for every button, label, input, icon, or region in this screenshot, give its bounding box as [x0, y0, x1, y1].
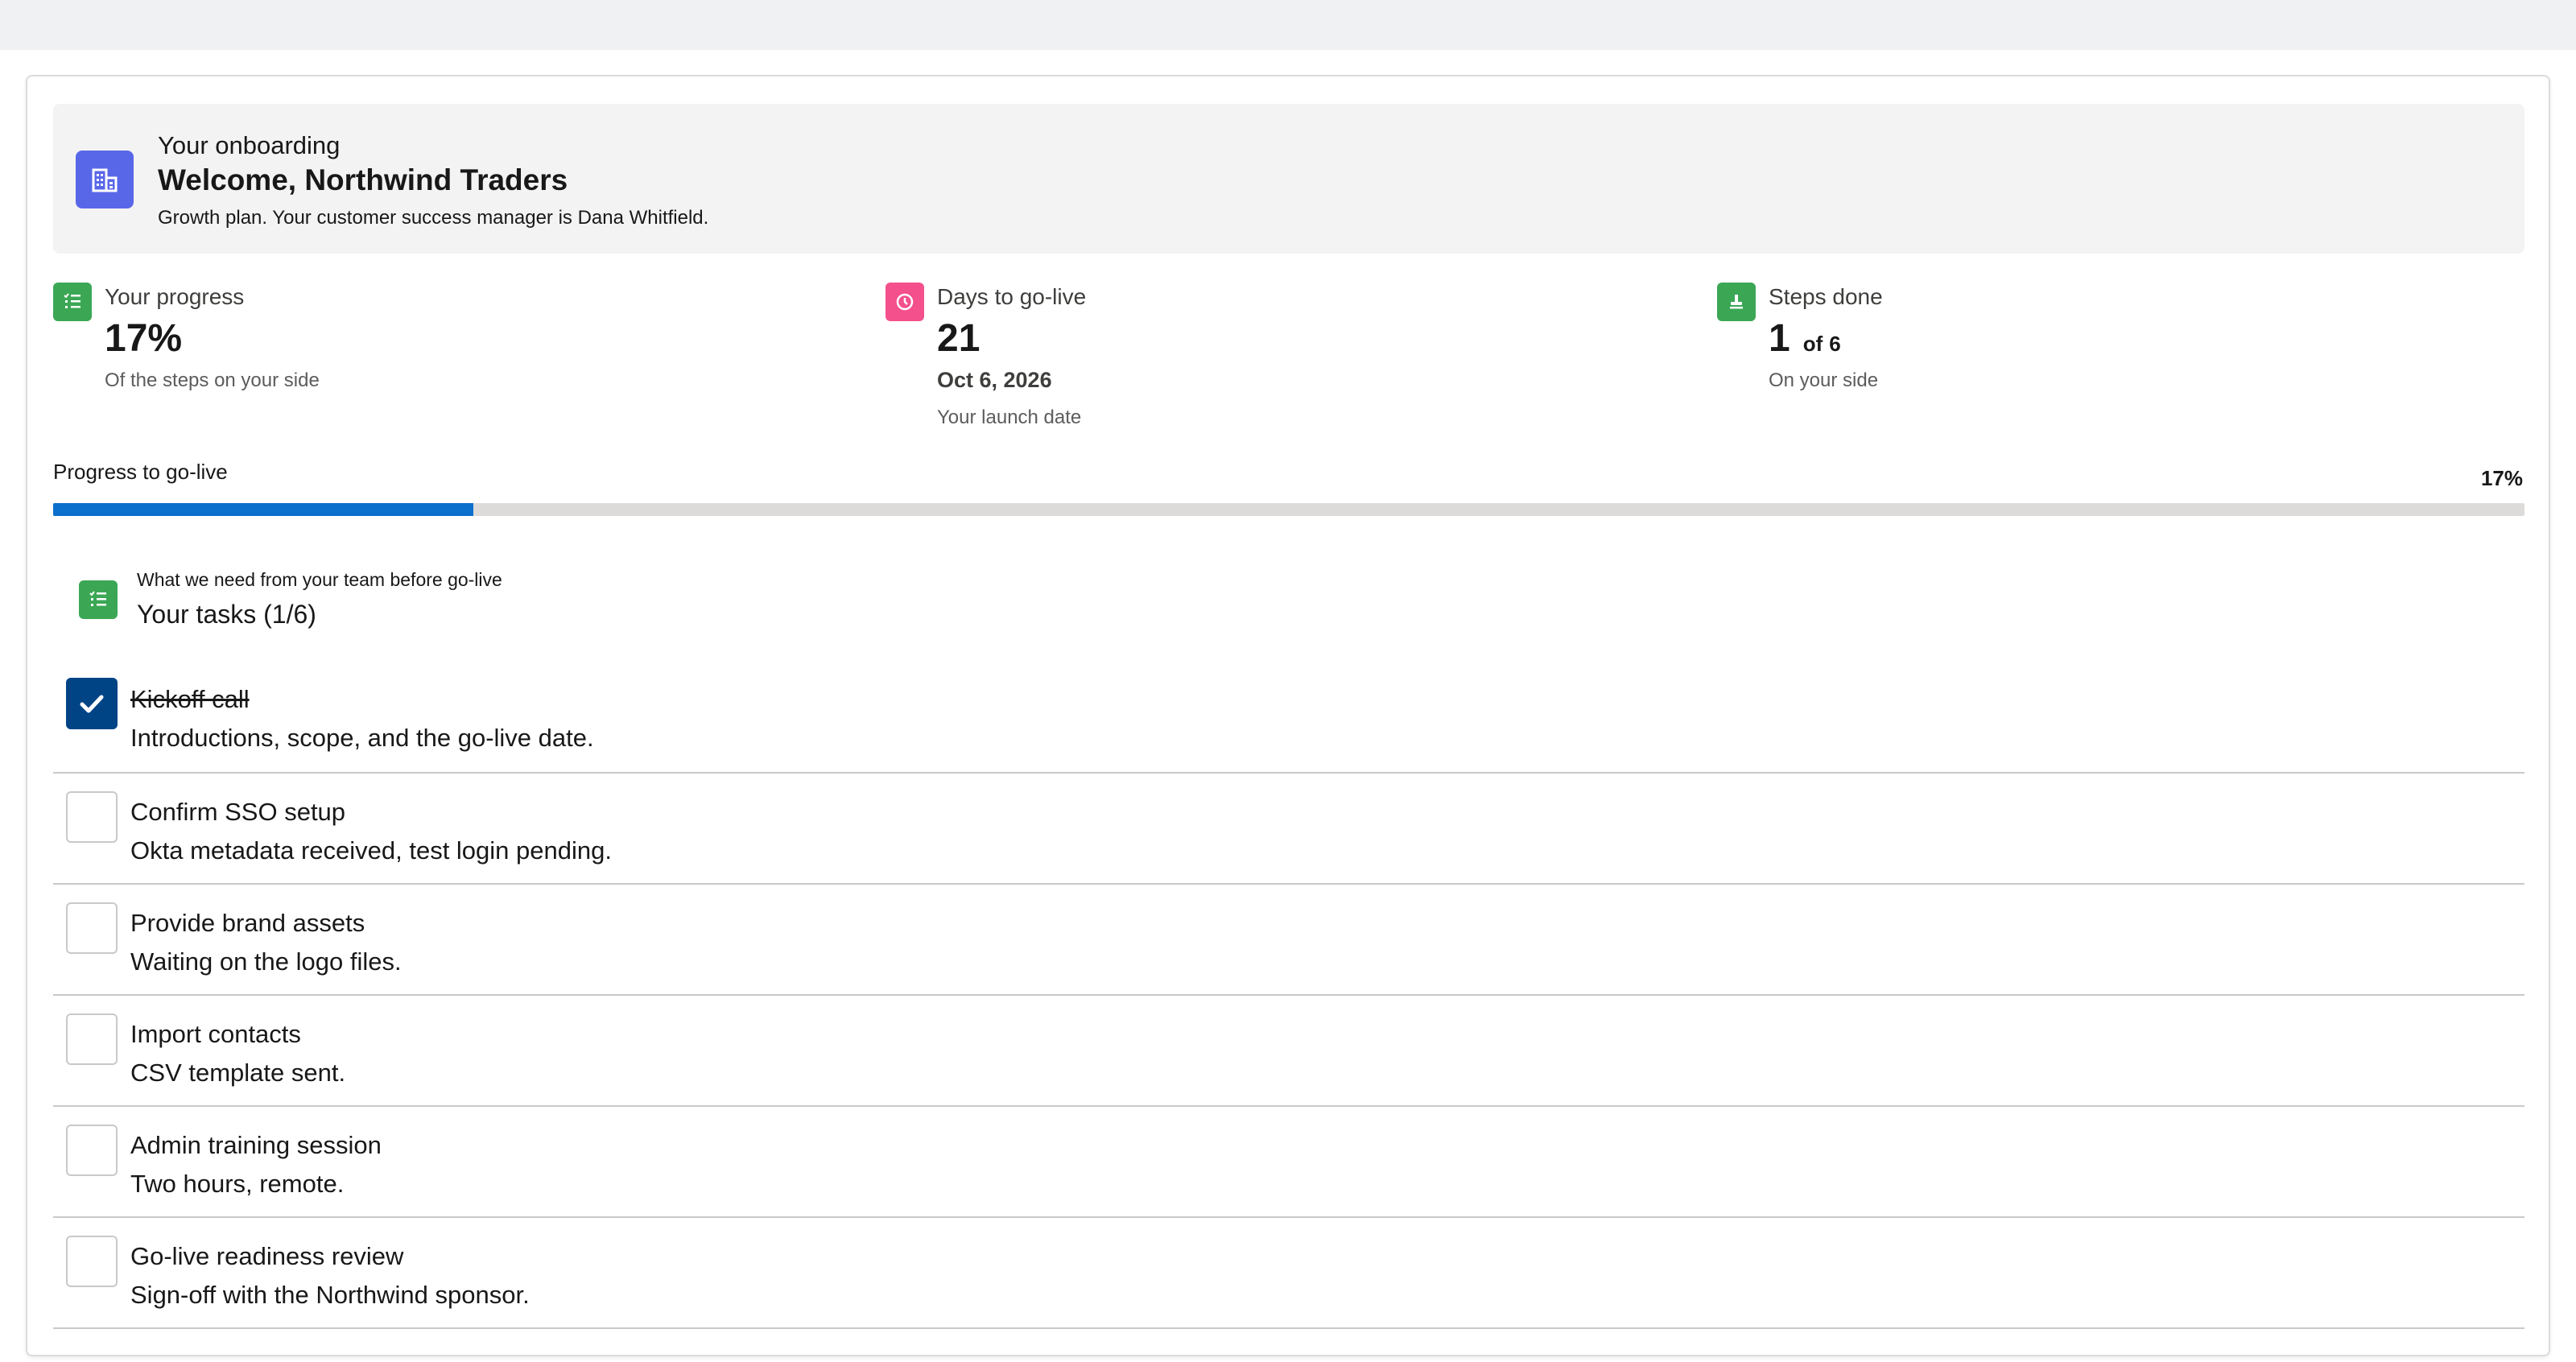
- banner-title: Welcome, Northwind Traders: [158, 163, 568, 196]
- task-title: Go-live readiness review: [130, 1242, 404, 1270]
- stat-days-date: Oct 6, 2026: [937, 368, 1052, 392]
- task-list-icon: [79, 580, 118, 619]
- progress-bar-track: [53, 503, 2524, 516]
- task-description: Waiting on the logo files.: [130, 947, 402, 976]
- stat-progress-value: 17%: [105, 317, 183, 360]
- progress-bar-percent: 17%: [2480, 466, 2523, 490]
- clock-icon: [886, 283, 924, 321]
- checkmark-icon: [80, 695, 104, 713]
- tasks-eyebrow: What we need from your team before go-li…: [137, 569, 502, 590]
- task-title: Admin training session: [130, 1131, 382, 1159]
- task-title: Provide brand assets: [130, 909, 365, 937]
- task-description: CSV template sent.: [130, 1059, 346, 1087]
- steps-done-count: 1: [1769, 317, 1790, 360]
- task-list-icon: [53, 283, 92, 321]
- task-title: Kickoff call: [130, 685, 250, 713]
- task-list: Kickoff call Introductions, scope, and th…: [53, 654, 2524, 1329]
- task-description: Sign-off with the Northwind sponsor.: [130, 1281, 530, 1309]
- stat-days-label: Days to go-live: [937, 284, 1087, 309]
- task-checkbox[interactable]: [66, 791, 118, 843]
- task-checkbox[interactable]: [66, 902, 118, 954]
- task-checkbox[interactable]: [66, 1125, 118, 1176]
- stat-steps-label: Steps done: [1769, 284, 1883, 309]
- task-row: Go-live readiness review Sign-off with th…: [53, 1218, 2524, 1329]
- task-checkbox[interactable]: [66, 1013, 118, 1065]
- onboarding-card: Your onboarding Welcome, Northwind Trade…: [26, 75, 2550, 1356]
- stat-days-value: 21: [937, 317, 980, 360]
- stat-progress-detail: Of the steps on your side: [105, 369, 320, 391]
- task-description: Two hours, remote.: [130, 1170, 345, 1198]
- welcome-banner: Your onboarding Welcome, Northwind Trade…: [53, 104, 2524, 254]
- task-description: Okta metadata received, test login pendi…: [130, 836, 612, 865]
- banner-subtitle: Growth plan. Your customer success manag…: [158, 207, 709, 229]
- task-row: Provide brand assets Waiting on the logo …: [53, 885, 2524, 996]
- task-checkbox[interactable]: [66, 1236, 118, 1287]
- stat-steps-value: 1 of 6: [1769, 316, 1841, 361]
- task-checkbox[interactable]: [66, 678, 118, 729]
- building-icon: [76, 151, 134, 208]
- tasks-title: Your tasks (1/6): [137, 600, 316, 629]
- task-row: Import contacts CSV template sent.: [53, 996, 2524, 1107]
- task-row: Admin training session Two hours, remote.: [53, 1107, 2524, 1218]
- stat-days-detail: Your launch date: [937, 407, 1082, 428]
- task-title: Import contacts: [130, 1020, 301, 1048]
- steps-of-text: of: [1802, 332, 1823, 356]
- top-bar: [0, 0, 2576, 50]
- task-row: Kickoff call Introductions, scope, and th…: [53, 654, 2524, 774]
- task-title: Confirm SSO setup: [130, 798, 346, 826]
- stamp-icon: [1717, 283, 1756, 321]
- progress-bar-fill: [53, 503, 473, 516]
- banner-eyebrow: Your onboarding: [158, 131, 341, 159]
- progress-bar-label: Progress to go-live: [53, 460, 228, 484]
- stat-progress-label: Your progress: [105, 284, 245, 309]
- stat-steps-detail: On your side: [1769, 369, 1879, 391]
- task-row: Confirm SSO setup Okta metadata received,…: [53, 774, 2524, 885]
- task-description: Introductions, scope, and the go-live da…: [130, 724, 594, 752]
- steps-total-count: 6: [1829, 332, 1841, 356]
